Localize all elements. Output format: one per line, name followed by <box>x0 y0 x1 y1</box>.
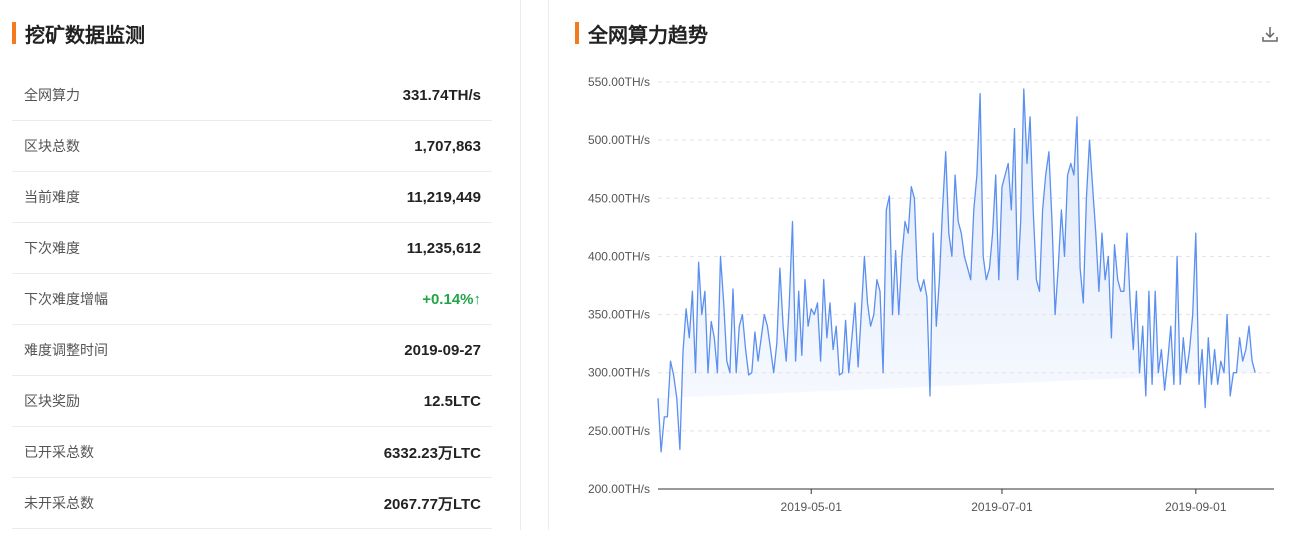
stat-row: 未开采总数 2067.77万LTC <box>12 478 492 529</box>
stats-list: 全网算力 331.74TH/s 区块总数 1,707,863 当前难度 11,219,44… <box>12 70 492 529</box>
stat-label: 区块总数 <box>24 138 80 154</box>
stat-label: 全网算力 <box>24 87 80 103</box>
stat-label: 未开采总数 <box>24 495 94 511</box>
stat-value: 2019-09-27 <box>404 341 481 359</box>
mining-stats-title: 挖矿数据监测 <box>12 20 145 47</box>
stat-row: 全网算力 331.74TH/s <box>12 70 492 121</box>
y-tick-label: 400.00TH/s <box>588 249 650 263</box>
y-tick-label: 450.00TH/s <box>588 191 650 205</box>
stat-label: 已开采总数 <box>24 444 94 460</box>
y-tick-label: 300.00TH/s <box>588 366 650 380</box>
stat-row: 当前难度 11,219,449 <box>12 172 492 223</box>
stat-row: 已开采总数 6332.23万LTC <box>12 427 492 478</box>
title-accent-bar <box>12 22 16 44</box>
stat-value: 6332.23万LTC <box>383 444 481 462</box>
stat-label: 下次难度增幅 <box>24 291 108 307</box>
stat-value: 331.74TH/s <box>402 86 481 104</box>
stat-label: 区块奖励 <box>24 393 80 409</box>
stat-row: 区块奖励 12.5LTC <box>12 376 492 427</box>
stat-label: 难度调整时间 <box>24 342 108 358</box>
y-tick-label: 250.00TH/s <box>588 424 650 438</box>
x-tick-label: 2019-07-01 <box>971 500 1033 514</box>
x-tick-label: 2019-09-01 <box>1165 500 1227 514</box>
series-area <box>658 89 1256 452</box>
stat-value: 1,707,863 <box>414 137 481 155</box>
hashrate-trend-panel: 全网算力趋势 200.00TH/s 250.00TH/s 300.00TH/s 350… <box>548 0 1290 556</box>
mining-stats-panel: 挖矿数据监测 全网算力 331.74TH/s 区块总数 1,707,863 当前难度 11… <box>0 0 520 556</box>
mining-stats-title-text: 挖矿数据监测 <box>25 24 145 47</box>
y-tick-label: 550.00TH/s <box>588 75 650 89</box>
x-tick-label: 2019-05-01 <box>781 500 843 514</box>
y-tick-label: 500.00TH/s <box>588 133 650 147</box>
stat-label: 下次难度 <box>24 240 80 256</box>
panel-divider-left <box>520 0 521 530</box>
stat-row: 难度调整时间 2019-09-27 <box>12 325 492 376</box>
stat-value: +0.14%↑ <box>422 290 481 308</box>
stat-row: 区块总数 1,707,863 <box>12 121 492 172</box>
stat-value: 11,219,449 <box>406 188 481 206</box>
stat-row: 下次难度增幅 +0.14%↑ <box>12 274 492 325</box>
stat-label: 当前难度 <box>24 189 80 205</box>
y-tick-label: 200.00TH/s <box>588 482 650 496</box>
stat-row: 下次难度 11,235,612 <box>12 223 492 274</box>
stat-value: 12.5LTC <box>423 392 481 410</box>
y-tick-label: 350.00TH/s <box>588 308 650 322</box>
stat-value: 11,235,612 <box>406 239 481 257</box>
hashrate-chart: 200.00TH/s 250.00TH/s 300.00TH/s 350.00TH/s… <box>588 75 1274 514</box>
stat-value: 2067.77万LTC <box>383 495 481 513</box>
